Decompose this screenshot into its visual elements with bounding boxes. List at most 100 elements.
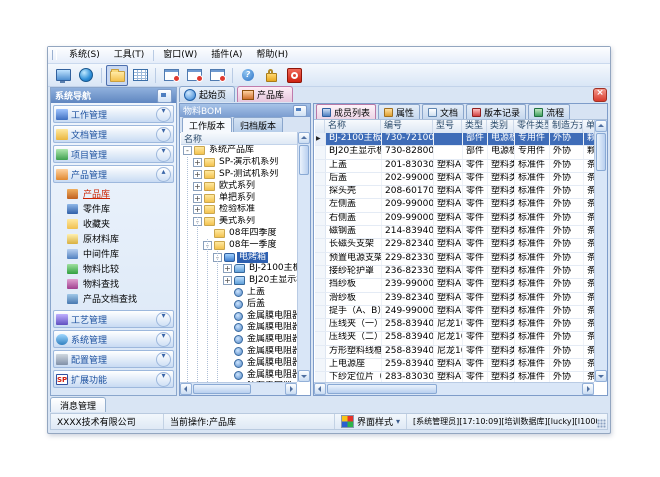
column-header[interactable]: 零件类型: [514, 120, 549, 133]
tab-properties[interactable]: 属性: [378, 104, 420, 119]
menu-help[interactable]: 帮助(H): [249, 48, 295, 63]
sidebar-group-craft[interactable]: 工艺管理: [53, 310, 174, 328]
sidebar-item[interactable]: 物料查找: [51, 276, 176, 291]
table-row[interactable]: 压线夹（一） 258-839401-00X 尼龙1010 零件 塑料类 标准件 …: [315, 319, 594, 332]
new-window-icon[interactable]: [160, 65, 182, 86]
tree-node[interactable]: - 系统产品库: [181, 145, 297, 157]
tree-expander[interactable]: [223, 371, 232, 380]
tree-expander[interactable]: [223, 347, 232, 356]
scrollbar-thumb[interactable]: [299, 145, 309, 175]
column-header[interactable]: 名称: [325, 120, 381, 133]
scrollbar-thumb[interactable]: [193, 384, 251, 394]
sidebar-group-document[interactable]: 文档管理: [53, 125, 174, 143]
tab-workflow[interactable]: 流程: [528, 104, 570, 119]
chevron-down-icon[interactable]: [156, 107, 171, 122]
table-horizontal-scrollbar[interactable]: [314, 382, 594, 395]
menu-tools[interactable]: 工具(T): [107, 48, 152, 63]
tree-node[interactable]: 金属膜电阻器: [181, 369, 297, 381]
chevron-down-icon[interactable]: [156, 332, 171, 347]
sidebar-pin-icon[interactable]: [157, 89, 172, 103]
table-row[interactable]: BJ20主显示板 730-828000-04X 部件 电源板 专用件 外协 颗: [315, 146, 594, 159]
column-header[interactable]: 单位: [583, 120, 594, 133]
sidebar-item[interactable]: 产品库: [51, 186, 176, 201]
table-row[interactable]: 探头壳 208-601701-01X 塑料ABS 零件 塑料类 标准件 外协 条: [315, 186, 594, 199]
globe-icon[interactable]: [75, 65, 97, 86]
tree-node[interactable]: - 08年一季度: [181, 239, 297, 251]
panel-collapse-icon[interactable]: [293, 105, 307, 117]
tab-version-history[interactable]: 版本记录: [466, 104, 526, 119]
tree-expander[interactable]: [223, 312, 232, 321]
edit-window-icon[interactable]: [183, 65, 205, 86]
tab-member-list[interactable]: 成员列表: [316, 104, 376, 119]
chevron-down-icon[interactable]: [156, 312, 171, 327]
table-row[interactable]: 上电源座 259-839403-00X 塑料ABS 零件 塑料类 标准件 外协 …: [315, 359, 594, 372]
tree-node[interactable]: 金属膜电阻器: [181, 346, 297, 358]
open-folder-icon[interactable]: [106, 65, 128, 86]
column-header[interactable]: 类型: [462, 120, 487, 133]
tree-expander[interactable]: [223, 359, 232, 368]
scroll-up-icon[interactable]: [298, 132, 310, 144]
resize-grip[interactable]: [597, 419, 606, 428]
tree-node[interactable]: 金属膜电阻器: [181, 322, 297, 334]
table-row[interactable]: 接纱轮护罩 236-823301-00X 塑料ABS 零件 塑料类 标准件 外协…: [315, 266, 594, 279]
menu-plugins[interactable]: 插件(A): [204, 48, 249, 63]
tree-node[interactable]: + 检验标准: [181, 204, 297, 216]
sidebar-item[interactable]: 产品文档查找: [51, 291, 176, 306]
tree-expander[interactable]: [223, 323, 232, 332]
tree-node[interactable]: + BJ-2100主板单点: [181, 263, 297, 275]
tab-start-page[interactable]: 起始页: [179, 86, 235, 102]
sidebar-group-project[interactable]: 项目管理: [53, 145, 174, 163]
chevron-down-icon[interactable]: [156, 147, 171, 162]
tree-expander[interactable]: [223, 335, 232, 344]
tree-expander[interactable]: +: [193, 158, 202, 167]
scroll-left-icon[interactable]: [180, 383, 192, 395]
report-grid-icon[interactable]: [129, 65, 151, 86]
tree-expander[interactable]: +: [193, 194, 202, 203]
table-row[interactable]: 上盖 201-830302-00X 塑料ABS 零件 塑料类 标准件 外协 条: [315, 160, 594, 173]
tree-node[interactable]: + BJ20主显示板: [181, 275, 297, 287]
scroll-right-icon[interactable]: [285, 383, 297, 395]
menu-window[interactable]: 窗口(W): [156, 48, 204, 63]
tree-expander[interactable]: [223, 300, 232, 309]
tab-documents[interactable]: 文档: [422, 104, 464, 119]
close-icon[interactable]: [593, 88, 607, 102]
chevron-up-icon[interactable]: [156, 167, 171, 182]
chevron-down-icon[interactable]: [156, 352, 171, 367]
table-row[interactable]: 压线夹（二） 258-839402-00X 尼龙1010 零件 塑料类 标准件 …: [315, 332, 594, 345]
sidebar-item[interactable]: 物料比较: [51, 261, 176, 276]
exit-icon[interactable]: [283, 65, 305, 86]
sidebar-item[interactable]: 零件库: [51, 201, 176, 216]
tree-horizontal-scrollbar[interactable]: [180, 382, 297, 395]
scroll-right-icon[interactable]: [582, 383, 594, 395]
column-header[interactable]: 型号: [433, 120, 462, 133]
scrollbar-thumb[interactable]: [596, 133, 606, 171]
lock-icon[interactable]: [260, 65, 282, 86]
sidebar-item[interactable]: 原材料库: [51, 231, 176, 246]
tab-product-library[interactable]: 产品库: [237, 86, 293, 102]
table-vertical-scrollbar[interactable]: [594, 120, 607, 382]
sidebar-item[interactable]: 中间件库: [51, 246, 176, 261]
table-row[interactable]: 长磁头支架 229-823401-00X 塑料ABS 零件 塑料类 标准件 外协…: [315, 239, 594, 252]
chevron-down-icon[interactable]: [156, 127, 171, 142]
tree-expander[interactable]: [203, 229, 212, 238]
sidebar-item[interactable]: 收藏夹: [51, 216, 176, 231]
tree-expander[interactable]: +: [193, 205, 202, 214]
tree-node[interactable]: + 单把系列: [181, 192, 297, 204]
scrollbar-thumb[interactable]: [327, 384, 437, 394]
close-window-icon[interactable]: [206, 65, 228, 86]
tab-working-version[interactable]: 工作版本: [182, 117, 232, 132]
column-header[interactable]: 制造方式: [549, 120, 583, 133]
sidebar-group-work[interactable]: 工作管理: [53, 105, 174, 123]
tree-node[interactable]: + 欧式系列: [181, 180, 297, 192]
tree-expander[interactable]: +: [193, 182, 202, 191]
tree-expander[interactable]: +: [193, 170, 202, 179]
sidebar-group-system[interactable]: 系统管理: [53, 330, 174, 348]
tree-expander[interactable]: +: [223, 276, 232, 285]
monitor-icon[interactable]: [52, 65, 74, 86]
tree-node[interactable]: 上盖: [181, 287, 297, 299]
chevron-down-icon[interactable]: [156, 372, 171, 387]
tree-node[interactable]: + SP-测试机系列: [181, 169, 297, 181]
tree-node[interactable]: 金属膜电阻器: [181, 310, 297, 322]
table-row[interactable]: 左侧盖 209-990001-01X 塑料ABS 零件 塑料类 标准件 外协 条: [315, 199, 594, 212]
table-row[interactable]: 右侧盖 209-990002-01X 塑料ABS 零件 塑料类 标准件 外协 条: [315, 213, 594, 226]
